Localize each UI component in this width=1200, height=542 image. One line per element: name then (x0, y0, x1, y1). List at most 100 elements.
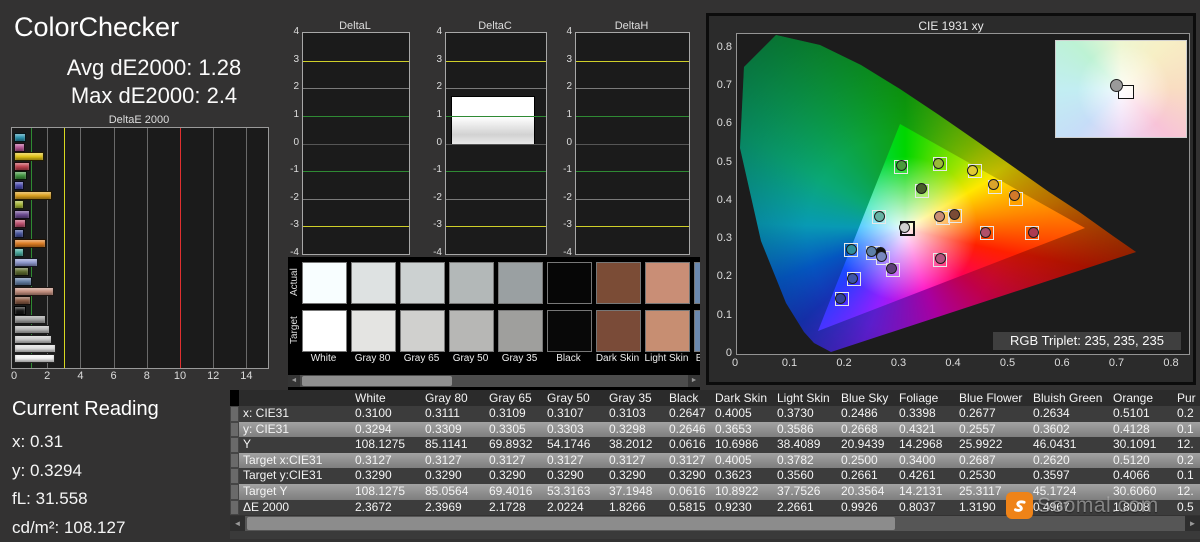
gridline (446, 171, 546, 172)
deltae-bar-chart (11, 127, 269, 369)
deltae-bar (14, 306, 26, 315)
column-header[interactable]: Orange (1109, 390, 1173, 406)
reading-line: fL: 31.558 (12, 485, 125, 514)
watermark-text: Soomal.com (1037, 494, 1159, 518)
column-header[interactable]: Gray 35 (605, 390, 665, 406)
table-cell: 37.7526 (773, 484, 837, 500)
table-cell: 0.3100 (351, 406, 421, 422)
swatch-scrollbar-thumb[interactable] (302, 376, 452, 386)
target-swatch[interactable] (302, 310, 347, 352)
target-swatch[interactable] (645, 310, 690, 352)
cie-measured-point (846, 244, 857, 255)
cie-measured-point (1028, 227, 1039, 238)
y-tick-label: 3 (424, 54, 442, 65)
table-cell: 0.5 (1173, 500, 1200, 516)
table-cell: 46.0431 (1029, 437, 1109, 453)
y-tick-label: 3 (281, 54, 299, 65)
column-header[interactable]: Pur (1173, 390, 1200, 406)
table-cell: 20.3564 (837, 484, 895, 500)
whitepoint-inset (1055, 40, 1187, 138)
actual-swatch[interactable] (302, 262, 347, 304)
y-tick-label: 0 (554, 137, 572, 148)
column-header[interactable]: Blue Flower (955, 390, 1029, 406)
watermark: Soomal.com (1006, 492, 1159, 519)
column-header[interactable]: Blue Sky (837, 390, 895, 406)
gridline (303, 226, 409, 227)
table-cell: 0.8037 (895, 500, 955, 516)
scroll-left-icon[interactable]: ◄ (288, 375, 300, 387)
target-swatch[interactable] (596, 310, 641, 352)
target-swatch[interactable] (547, 310, 592, 352)
deltae-bar (14, 133, 26, 142)
scroll-left-icon[interactable]: ◄ (230, 516, 245, 531)
deltae-bar (14, 277, 32, 286)
column-header[interactable]: Foliage (895, 390, 955, 406)
column-header[interactable]: Gray 50 (543, 390, 605, 406)
table-cell: 0.4005 (711, 406, 773, 422)
target-swatch[interactable] (694, 310, 700, 352)
deltae-bar (14, 229, 24, 238)
row-selector[interactable] (230, 484, 239, 500)
table-cell: 0.0616 (665, 484, 711, 500)
gridline (303, 61, 409, 62)
table-cell: 0.3309 (421, 422, 485, 438)
table-cell: 0.3111 (421, 406, 485, 422)
row-selector[interactable] (230, 468, 239, 484)
actual-swatch[interactable] (449, 262, 494, 304)
y-tick-label: 0.1 (708, 309, 732, 321)
row-selector[interactable] (230, 500, 239, 516)
scroll-right-icon[interactable]: ► (1185, 516, 1200, 531)
table-row: Y108.127585.114169.893254.174638.20120.0… (230, 437, 1200, 453)
target-swatch[interactable] (498, 310, 543, 352)
row-selector[interactable] (230, 437, 239, 453)
column-header[interactable]: Light Skin (773, 390, 837, 406)
scroll-right-icon[interactable]: ► (688, 375, 700, 387)
table-cell: 10.6986 (711, 437, 773, 453)
table-cell: 0.2 (1173, 453, 1200, 469)
deltae-bar (14, 181, 24, 190)
row-selector[interactable] (230, 453, 239, 469)
actual-swatch[interactable] (400, 262, 445, 304)
table-cell: 0.5120 (1109, 453, 1173, 469)
reading-line: x: 0.31 (12, 428, 125, 457)
gridline (576, 171, 689, 172)
actual-swatch[interactable] (547, 262, 592, 304)
target-swatch[interactable] (449, 310, 494, 352)
table-row: y: CIE310.32940.33090.33050.33030.32980.… (230, 422, 1200, 438)
target-swatch[interactable] (400, 310, 445, 352)
y-tick-label: -2 (554, 192, 572, 203)
column-header[interactable]: Gray 65 (485, 390, 543, 406)
column-header[interactable]: Bluish Green (1029, 390, 1109, 406)
deltae-bar (14, 325, 50, 334)
target-swatch[interactable] (351, 310, 396, 352)
y-tick-label: 0 (708, 347, 732, 359)
table-cell: 0.4321 (895, 422, 955, 438)
actual-swatch[interactable] (694, 262, 700, 304)
table-cell: 0.3107 (543, 406, 605, 422)
bottom-strip (230, 531, 1200, 539)
row-selector[interactable] (230, 406, 239, 422)
actual-swatch[interactable] (351, 262, 396, 304)
deltae-bar (14, 171, 27, 180)
actual-swatch[interactable] (498, 262, 543, 304)
column-header[interactable]: Gray 80 (421, 390, 485, 406)
table-cell: 0.2530 (955, 468, 1029, 484)
table-cell: 0.2557 (955, 422, 1029, 438)
row-label: Y (239, 437, 351, 453)
cie-measured-point (949, 209, 960, 220)
table-cell: 0.2500 (837, 453, 895, 469)
column-header[interactable]: Black (665, 390, 711, 406)
row-selector[interactable] (230, 422, 239, 438)
table-cell: 0.3400 (895, 453, 955, 469)
column-header[interactable]: Dark Skin (711, 390, 773, 406)
table-cell: 0.2620 (1029, 453, 1109, 469)
table-row: Target x:CIE310.31270.31270.31270.31270.… (230, 453, 1200, 469)
deltae-bar (14, 219, 26, 228)
swatch-scrollbar[interactable]: ◄► (288, 375, 700, 387)
deltae-bar (14, 287, 54, 296)
column-header[interactable]: White (351, 390, 421, 406)
table-scrollbar-thumb[interactable] (247, 517, 895, 530)
row-selector[interactable] (230, 390, 239, 406)
actual-swatch[interactable] (596, 262, 641, 304)
actual-swatch[interactable] (645, 262, 690, 304)
